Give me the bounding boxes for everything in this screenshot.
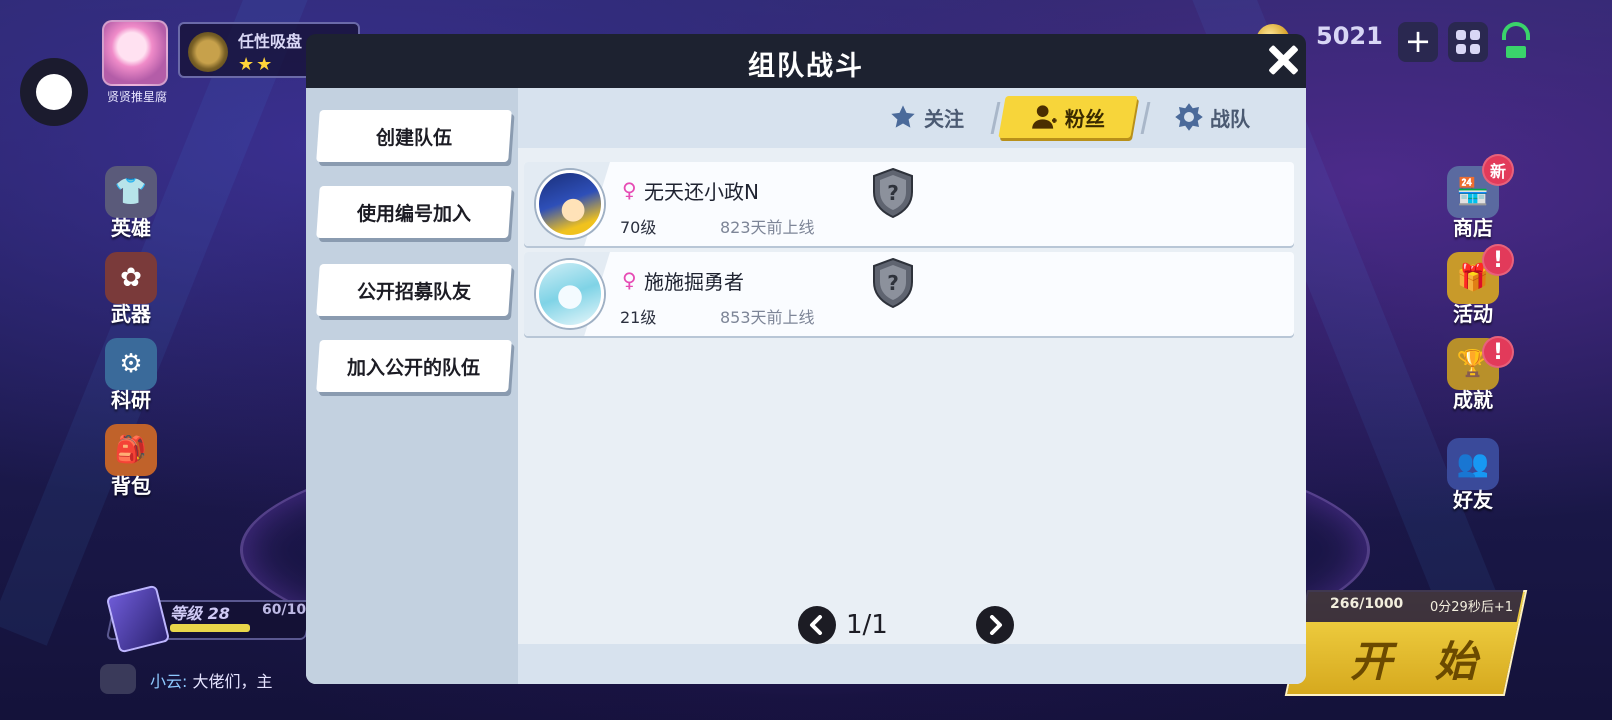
rank-shield-icon: ?	[873, 258, 913, 308]
wifi-signal-icon	[1502, 22, 1530, 58]
join-public-team-button[interactable]: 加入公开的队伍	[316, 340, 512, 392]
chevron-right-icon	[990, 615, 1002, 635]
chat-icon[interactable]	[100, 664, 136, 694]
list-item[interactable]: ♀ 无天还小政N 70级 823天前上线 ?	[524, 162, 1294, 246]
player-avatar[interactable]	[102, 20, 168, 86]
chat-message: 大佬们，主	[192, 672, 273, 691]
join-by-id-button[interactable]: 使用编号加入	[316, 186, 512, 238]
rank-shield-icon: ?	[873, 168, 913, 218]
grid-cell	[1470, 44, 1480, 54]
alert-badge: !	[1482, 336, 1514, 368]
svg-text:?: ?	[887, 271, 899, 295]
action-column: 创建队伍 使用编号加入 公开招募队友 加入公开的队伍	[306, 88, 518, 684]
backpack-icon: 🎒	[105, 424, 157, 476]
new-badge: 新	[1482, 154, 1514, 186]
side-menu-label: 武器	[111, 302, 151, 326]
joystick[interactable]	[20, 58, 88, 126]
side-menu-label: 英雄	[111, 216, 151, 240]
tab-label: 关注	[924, 106, 964, 131]
recruit-teammates-button[interactable]: 公开招募队友	[316, 264, 512, 316]
female-icon: ♀	[622, 268, 637, 292]
chat-preview[interactable]: 小云: 大佬们，主	[150, 668, 273, 692]
side-menu-label: 活动	[1453, 302, 1493, 326]
tab-follow[interactable]: 关注	[878, 96, 974, 138]
list-item[interactable]: ♀ 施施掘勇者 21级 853天前上线 ?	[524, 252, 1294, 336]
side-menu-label: 背包	[111, 474, 151, 498]
tab-fans[interactable]: 粉丝	[998, 96, 1138, 138]
create-team-button[interactable]: 创建队伍	[316, 110, 512, 162]
rank-name: 任性吸盘	[238, 32, 303, 51]
female-icon: ♀	[622, 178, 637, 202]
last-online: 853天前上线	[720, 308, 815, 327]
alert-badge: !	[1482, 244, 1514, 276]
page-indicator: 1/1	[846, 610, 888, 640]
tab-label: 粉丝	[1065, 106, 1105, 131]
avatar[interactable]	[536, 170, 604, 238]
chat-sender: 小云:	[150, 672, 188, 691]
stamina-timer: 0分29秒后+1	[1430, 600, 1513, 615]
dialog-title: 组队战斗	[748, 51, 864, 82]
tab-team[interactable]: 战队	[1164, 96, 1260, 138]
avatar[interactable]	[536, 260, 604, 328]
tab-divider	[1140, 102, 1151, 134]
side-menu-label: 科研	[111, 388, 151, 412]
side-menu-weapons[interactable]: ✿ 武器	[94, 252, 168, 327]
coin-count: 5021	[1316, 22, 1383, 50]
side-menu-label: 成就	[1453, 388, 1493, 412]
weapon-plant-icon: ✿	[105, 252, 157, 304]
friends-icon: 👥	[1447, 438, 1499, 490]
side-menu-label: 好友	[1453, 488, 1493, 512]
tab-bar: 关注 粉丝 战队	[518, 88, 1306, 148]
fan-user-icon	[1032, 105, 1057, 129]
team-emblem-icon	[1175, 103, 1203, 131]
grid-cell	[1456, 44, 1466, 54]
star-icon	[891, 105, 915, 128]
last-online: 823天前上线	[720, 218, 815, 237]
side-menu-friends[interactable]: 👥 好友	[1436, 438, 1510, 513]
stamina-value: 266/1000	[1330, 596, 1404, 612]
rank-emblem-icon	[188, 32, 228, 72]
player-name: 贤贤推星腐	[106, 90, 167, 104]
side-menu-heroes[interactable]: 👕 英雄	[94, 166, 168, 241]
dialog-body: 创建队伍 使用编号加入 公开招募队友 加入公开的队伍 关注 粉丝 战队 ♀ 无天…	[306, 88, 1306, 684]
close-icon[interactable]	[1264, 40, 1304, 80]
prev-page-button[interactable]	[798, 606, 836, 644]
menu-grid-button[interactable]	[1448, 22, 1488, 62]
pager-bar	[518, 644, 1306, 684]
level-label: 等级 28	[170, 604, 230, 623]
chevron-left-icon	[810, 615, 822, 635]
grid-cell	[1456, 30, 1466, 40]
team-battle-dialog: 组队战斗 创建队伍 使用编号加入 公开招募队友 加入公开的队伍 关注 粉丝 战队…	[306, 34, 1306, 684]
tab-label: 战队	[1210, 106, 1250, 131]
research-icon: ⚙	[105, 338, 157, 390]
side-menu-research[interactable]: ⚙ 科研	[94, 338, 168, 413]
next-page-button[interactable]	[976, 606, 1014, 644]
side-menu-label: 商店	[1453, 216, 1493, 240]
dialog-header: 组队战斗	[306, 34, 1306, 88]
rank-stars: ★★	[238, 54, 275, 75]
svg-text:?: ?	[887, 181, 899, 205]
level-progress-fill	[170, 624, 250, 632]
side-menu-backpack[interactable]: 🎒 背包	[94, 424, 168, 499]
grid-cell	[1470, 30, 1480, 40]
start-label: 开 始	[1350, 637, 1491, 686]
hero-shirt-icon: 👕	[105, 166, 157, 218]
player-level: 21级	[620, 308, 657, 327]
player-name: 施施掘勇者	[644, 270, 744, 294]
player-name: 无天还小政N	[644, 180, 759, 204]
player-level: 70级	[620, 218, 657, 237]
add-button[interactable]: +	[1398, 22, 1438, 62]
